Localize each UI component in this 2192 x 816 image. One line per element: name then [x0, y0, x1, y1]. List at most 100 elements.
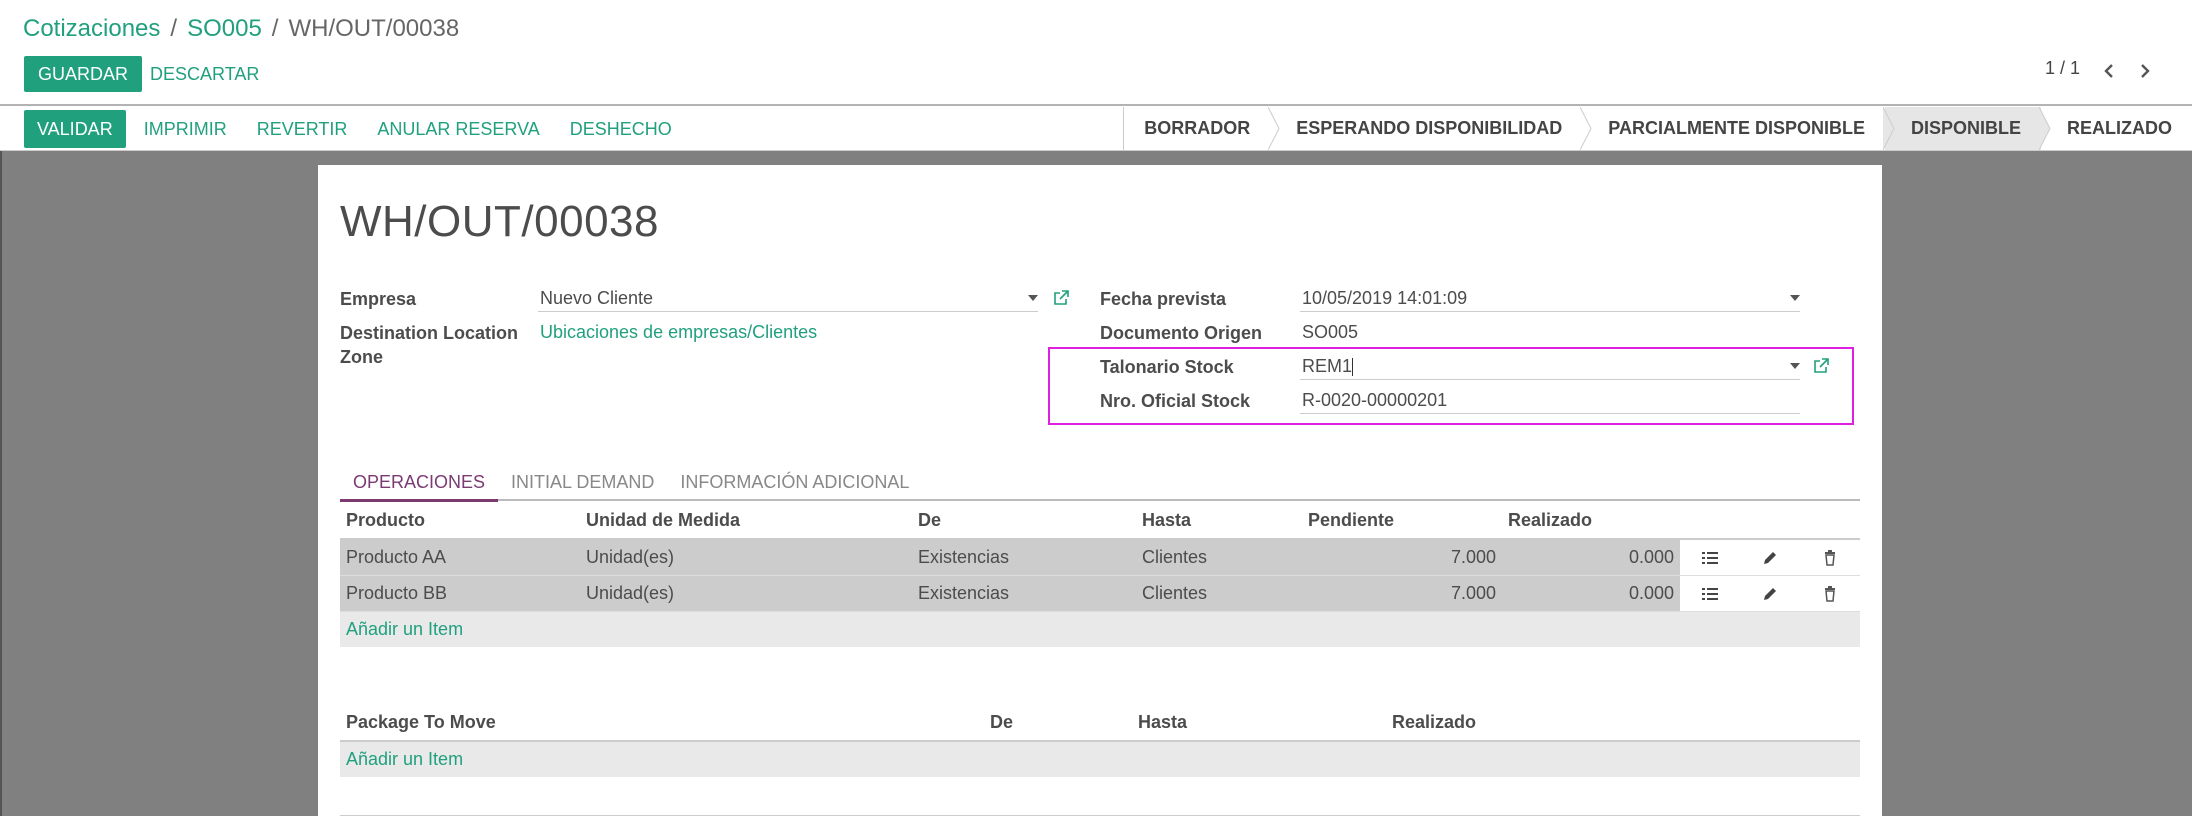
chevron-left-icon[interactable]	[2102, 62, 2116, 78]
cell-realizado: 0.000	[1502, 575, 1680, 612]
packages-table: Package To Move De Hasta Realizado Añadi…	[340, 705, 1860, 777]
column-header[interactable]: Unidad de Medida	[580, 503, 912, 540]
trash-icon[interactable]	[1822, 547, 1838, 567]
breadcrumb-so005[interactable]: SO005	[187, 15, 262, 43]
form-sheet: WH/OUT/00038 Empresa Nuevo Cliente Desti…	[318, 165, 1882, 816]
external-link-icon[interactable]	[1812, 357, 1830, 375]
stage-disponible[interactable]: DISPONIBLE	[1884, 107, 2051, 150]
destination-label: Destination Location Zone	[340, 323, 519, 367]
stage-pipeline: BORRADOR ESPERANDO DISPONIBILIDAD PARCIA…	[1123, 107, 2192, 150]
breadcrumb: Cotizaciones / SO005 / WH/OUT/00038	[23, 15, 459, 43]
delete-cell	[1800, 539, 1860, 576]
empresa-label: Empresa	[340, 289, 417, 309]
talonario-field[interactable]: REM1	[1300, 353, 1800, 380]
revert-button[interactable]: REVERTIR	[257, 119, 348, 140]
stage-label: PARCIALMENTE DISPONIBLE	[1608, 118, 1865, 138]
breadcrumb-cotizaciones[interactable]: Cotizaciones	[23, 15, 160, 43]
dropdown-caret-icon[interactable]	[1028, 295, 1038, 301]
breadcrumb-current: WH/OUT/00038	[288, 15, 460, 42]
cell-pendiente: 7.000	[1302, 539, 1502, 576]
dropdown-caret-icon[interactable]	[1790, 295, 1800, 301]
stage-borrador[interactable]: BORRADOR	[1124, 107, 1280, 150]
control-panel: Cotizaciones / SO005 / WH/OUT/00038 GUAR…	[0, 0, 2192, 106]
content-area: WH/OUT/00038 Empresa Nuevo Cliente Desti…	[0, 151, 2192, 816]
column-header[interactable]: Pendiente	[1302, 503, 1502, 540]
cell-pendiente: 7.000	[1302, 575, 1502, 612]
discard-button[interactable]: DESCARTAR	[150, 56, 259, 92]
action-buttons: VALIDAR IMPRIMIR REVERTIR ANULAR RESERVA…	[24, 110, 702, 148]
save-button[interactable]: GUARDAR	[24, 56, 143, 92]
add-item-link[interactable]: Añadir un Item	[346, 619, 463, 639]
pager: 1 / 1	[2045, 58, 2152, 79]
pager-value[interactable]: 1 / 1	[2045, 58, 2080, 79]
column-header-blank	[1680, 503, 1740, 540]
stage-label: ESPERANDO DISPONIBILIDAD	[1296, 118, 1563, 138]
statusbar: VALIDAR IMPRIMIR REVERTIR ANULAR RESERVA…	[0, 107, 2192, 151]
add-item-link[interactable]: Añadir un Item	[346, 749, 463, 769]
column-header[interactable]: Package To Move	[340, 705, 984, 742]
empresa-value: Nuevo Cliente	[540, 288, 654, 308]
fecha-field[interactable]: 10/05/2019 14:01:09	[1300, 285, 1800, 312]
column-header[interactable]: Producto	[340, 503, 580, 540]
cancel-reservation-button[interactable]: ANULAR RESERVA	[377, 119, 539, 140]
stage-arrow-icon	[1882, 107, 1895, 150]
page-title: WH/OUT/00038	[340, 197, 659, 246]
talonario-value: REM1	[1302, 356, 1353, 376]
pencil-icon[interactable]	[1762, 547, 1778, 567]
column-header[interactable]: Realizado	[1386, 705, 1860, 742]
tab-informacion-adicional[interactable]: INFORMACIÓN ADICIONAL	[667, 465, 922, 499]
column-header[interactable]: De	[912, 503, 1136, 540]
breadcrumb-separator: /	[170, 15, 178, 42]
cell-hasta: Clientes	[1136, 539, 1302, 576]
validate-button[interactable]: VALIDAR	[24, 110, 126, 148]
chevron-right-icon[interactable]	[2138, 62, 2152, 78]
talonario-label: Talonario Stock	[1100, 357, 1234, 377]
stage-esperando[interactable]: ESPERANDO DISPONIBILIDAD	[1270, 107, 1592, 150]
print-button[interactable]: IMPRIMIR	[144, 119, 227, 140]
add-line-row: Añadir un Item	[340, 611, 1860, 647]
empresa-field[interactable]: Nuevo Cliente	[538, 285, 1038, 312]
cell-de: Existencias	[912, 575, 1136, 612]
nro-oficial-label: Nro. Oficial Stock	[1100, 391, 1251, 411]
cell-hasta: Clientes	[1136, 575, 1302, 612]
origen-label: Documento Origen	[1100, 323, 1263, 343]
operations-table: Producto Unidad de Medida De Hasta Pendi…	[340, 503, 1860, 647]
origen-value: SO005	[1302, 322, 1359, 342]
stage-realizado[interactable]: REALIZADO	[2041, 107, 2192, 150]
tab-initial-demand[interactable]: INITIAL DEMAND	[498, 465, 667, 499]
column-header-blank	[1740, 503, 1800, 540]
edit-cell	[1740, 539, 1800, 576]
list-icon[interactable]	[1702, 547, 1718, 567]
column-header[interactable]: De	[984, 705, 1132, 742]
dropdown-caret-icon[interactable]	[1790, 363, 1800, 369]
cell-unidad: Unidad(es)	[580, 575, 912, 612]
table-row[interactable]: Producto AA Unidad(es) Existencias Clien…	[340, 539, 1860, 576]
list-icon[interactable]	[1702, 583, 1718, 603]
column-header[interactable]: Realizado	[1502, 503, 1680, 540]
stage-parcial[interactable]: PARCIALMENTE DISPONIBLE	[1582, 107, 1895, 150]
table-row[interactable]: Producto BB Unidad(es) Existencias Clien…	[340, 575, 1860, 612]
column-header[interactable]: Hasta	[1132, 705, 1386, 742]
destination-link[interactable]: Ubicaciones de empresas/Clientes	[538, 319, 1038, 345]
tab-operaciones[interactable]: OPERACIONES	[340, 465, 499, 502]
cell-realizado: 0.000	[1502, 539, 1680, 576]
cell-producto: Producto AA	[340, 539, 580, 576]
trash-icon[interactable]	[1822, 583, 1838, 603]
stage-arrow-icon	[1268, 107, 1280, 150]
external-link-icon[interactable]	[1052, 289, 1070, 307]
fecha-value: 10/05/2019 14:01:09	[1302, 288, 1468, 308]
scrap-button[interactable]: DESHECHO	[570, 119, 672, 140]
breadcrumb-separator: /	[271, 15, 279, 42]
stage-arrow-icon	[1580, 107, 1592, 150]
column-header[interactable]: Hasta	[1136, 503, 1302, 540]
stage-label: REALIZADO	[2067, 118, 2172, 138]
pencil-icon[interactable]	[1762, 583, 1778, 603]
cell-producto: Producto BB	[340, 575, 580, 612]
nro-oficial-field[interactable]: R-0020-00000201	[1300, 387, 1800, 414]
text-cursor	[1352, 358, 1354, 377]
stage-label: BORRADOR	[1144, 118, 1251, 138]
detail-cell	[1680, 575, 1740, 612]
add-line-row: Añadir un Item	[340, 741, 1860, 777]
delete-cell	[1800, 575, 1860, 612]
column-header-blank	[1800, 503, 1860, 540]
